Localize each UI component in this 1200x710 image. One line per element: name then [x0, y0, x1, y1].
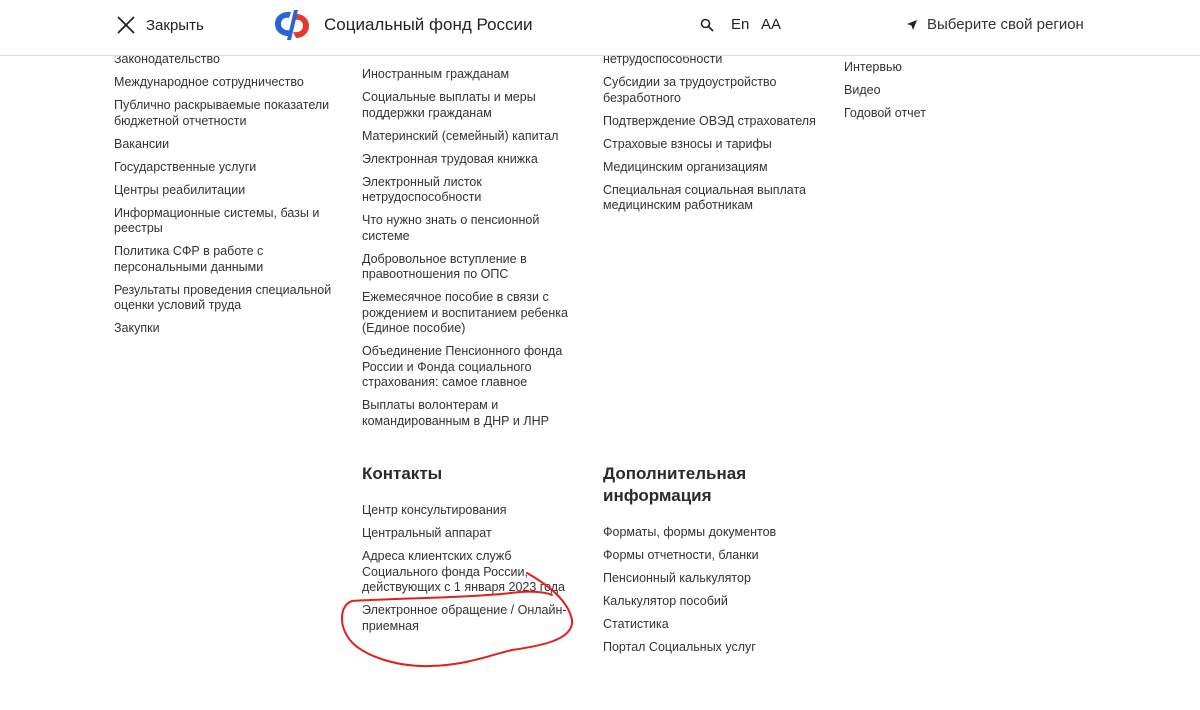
menu-column-extra: Форматы, формы документов Формы отчетнос… — [603, 525, 828, 656]
link-pfr-fss-merger[interactable]: Объединение Пенсионного фонда России и Ф… — [362, 344, 587, 391]
link-social-services-portal[interactable]: Портал Социальных услуг — [603, 640, 828, 656]
top-bar: Закрыть Социальный фонд России En AA Выб… — [0, 0, 1200, 56]
link-e-sick-leave[interactable]: Электронный листок нетрудоспособности — [362, 175, 587, 206]
region-selector[interactable]: Выберите свой регион — [906, 16, 1084, 33]
link-labor-assessment[interactable]: Результаты проведения специальной оценки… — [114, 283, 339, 314]
link-special-payment-medics[interactable]: Специальная социальная выплата медицинск… — [603, 183, 828, 214]
link-interview[interactable]: Интервью — [844, 60, 1069, 76]
close-label: Закрыть — [146, 16, 204, 34]
link-document-formats[interactable]: Форматы, формы документов — [603, 525, 828, 541]
link-voluntary-ops[interactable]: Добровольное вступление в правоотношения… — [362, 252, 587, 283]
link-volunteer-payments[interactable]: Выплаты волонтерам и командированным в Д… — [362, 398, 587, 429]
link-oved-confirmation[interactable]: Подтверждение ОВЭД страхователя — [603, 114, 828, 130]
link-central-office[interactable]: Центральный аппарат — [362, 526, 587, 542]
link-medical-orgs[interactable]: Медицинским организациям — [603, 160, 828, 176]
sfr-logo[interactable] — [272, 8, 312, 42]
menu-column-citizens: Иностранным гражданам Социальные выплаты… — [362, 67, 587, 429]
link-pension-system[interactable]: Что нужно знать о пенсионной системе — [362, 213, 587, 244]
link-pension-calculator[interactable]: Пенсионный калькулятор — [603, 571, 828, 587]
link-client-service-addresses[interactable]: Адреса клиентских служб Социального фонд… — [362, 549, 587, 596]
font-size-toggle[interactable]: AA — [761, 16, 781, 33]
link-video[interactable]: Видео — [844, 83, 1069, 99]
menu-column-contacts: Центр консультирования Центральный аппар… — [362, 503, 587, 634]
link-unified-allowance[interactable]: Ежемесячное пособие в связи с рождением … — [362, 290, 587, 337]
link-personal-data-policy[interactable]: Политика СФР в работе с персональными да… — [114, 244, 339, 275]
link-vacancies[interactable]: Вакансии — [114, 137, 339, 153]
location-arrow-icon — [907, 19, 917, 30]
link-procurement[interactable]: Закупки — [114, 321, 339, 337]
menu-column-about: Законодательство Международное сотруднич… — [114, 52, 339, 337]
link-maternity-capital[interactable]: Материнский (семейный) капитал — [362, 129, 587, 145]
site-title[interactable]: Социальный фонд России — [324, 15, 533, 35]
close-button[interactable]: Закрыть — [116, 14, 204, 36]
link-international[interactable]: Международное сотрудничество — [114, 75, 339, 91]
link-allowance-calculator[interactable]: Калькулятор пособий — [603, 594, 828, 610]
link-employment-subsidies[interactable]: Субсидии за трудоустройство безработного — [603, 75, 828, 106]
link-e-workbook[interactable]: Электронная трудовая книжка — [362, 152, 587, 168]
link-annual-report[interactable]: Годовой отчет — [844, 106, 1069, 122]
close-icon — [117, 16, 135, 34]
language-switch[interactable]: En — [731, 16, 749, 33]
link-report-forms[interactable]: Формы отчетности, бланки — [603, 548, 828, 564]
link-foreigners[interactable]: Иностранным гражданам — [362, 67, 587, 83]
menu-column-press: Интервью Видео Годовой отчет — [844, 60, 1069, 122]
menu-column-employers: нетрудоспособности Субсидии за трудоустр… — [603, 52, 828, 214]
link-statistics[interactable]: Статистика — [603, 617, 828, 633]
search-icon[interactable] — [700, 18, 714, 32]
link-gov-services[interactable]: Государственные услуги — [114, 160, 339, 176]
link-budget-reporting[interactable]: Публично раскрываемые показатели бюджетн… — [114, 98, 339, 129]
contacts-heading: Контакты — [362, 464, 443, 483]
link-social-payments[interactable]: Социальные выплаты и меры поддержки граж… — [362, 90, 587, 121]
link-insurance-contributions[interactable]: Страховые взносы и тарифы — [603, 137, 828, 153]
link-info-systems[interactable]: Информационные системы, базы и реестры — [114, 206, 339, 237]
link-rehab-centers[interactable]: Центры реабилитации — [114, 183, 339, 199]
link-online-appeal[interactable]: Электронное обращение / Онлайн-приемная — [362, 603, 587, 634]
link-consulting-center[interactable]: Центр консультирования — [362, 503, 587, 519]
region-label: Выберите свой регион — [927, 16, 1084, 33]
extra-info-heading: Дополнительная информация — [603, 464, 747, 505]
